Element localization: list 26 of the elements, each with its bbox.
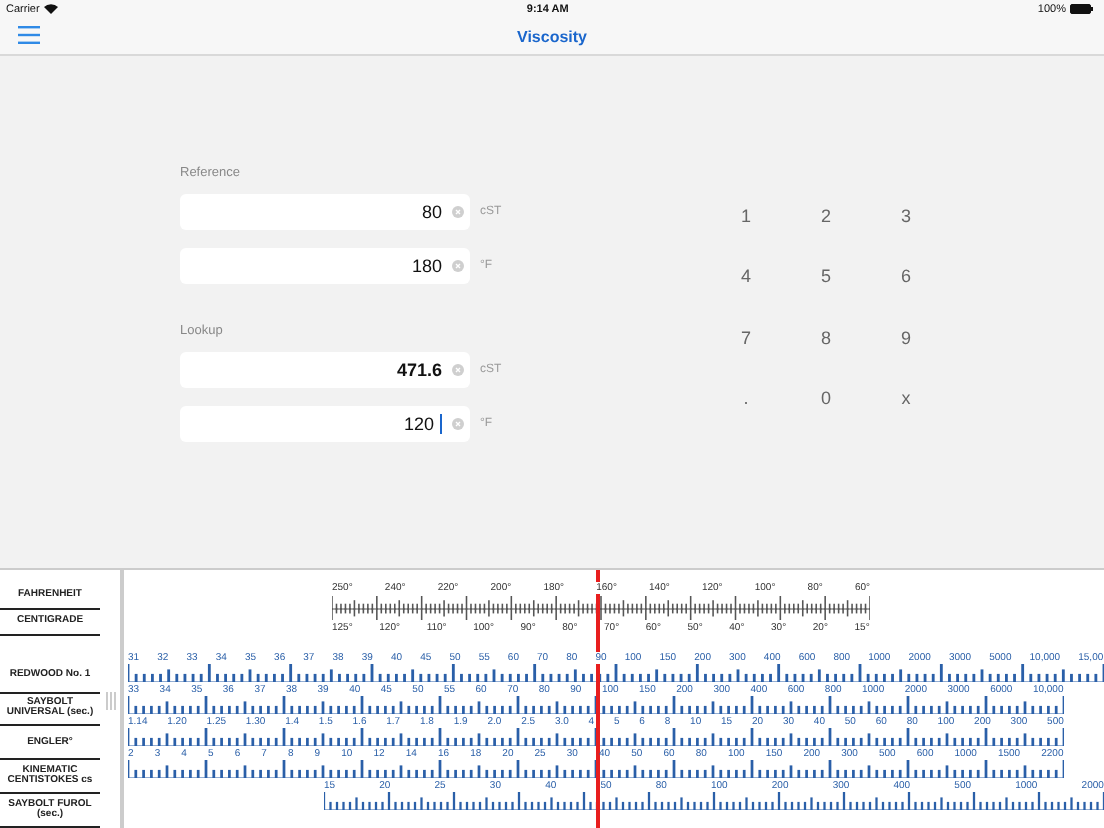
keypad-key[interactable]: . bbox=[731, 381, 761, 414]
keypad-key[interactable]: 4 bbox=[728, 260, 763, 293]
grip-icon[interactable] bbox=[106, 692, 116, 710]
keypad-key[interactable]: 8 bbox=[808, 321, 843, 354]
clear-icon[interactable] bbox=[452, 206, 464, 218]
keypad-key[interactable]: 3 bbox=[888, 200, 923, 232]
input-field[interactable]: 80 bbox=[180, 194, 470, 230]
clear-icon[interactable] bbox=[452, 418, 464, 430]
menu-icon[interactable] bbox=[18, 26, 40, 44]
input-field[interactable]: 471.6 bbox=[180, 352, 470, 388]
keypad-key[interactable]: 6 bbox=[888, 260, 923, 293]
battery-icon bbox=[1070, 4, 1094, 14]
window-title: Viscosity bbox=[517, 27, 587, 45]
keypad-key[interactable]: 9 bbox=[888, 321, 923, 354]
indicator-line[interactable] bbox=[596, 570, 600, 828]
keypad-key[interactable]: 2 bbox=[808, 200, 843, 232]
clear-icon[interactable] bbox=[452, 260, 464, 272]
keypad-key[interactable]: 5 bbox=[808, 260, 843, 293]
keypad-key[interactable]: 0 bbox=[808, 381, 843, 414]
input-field[interactable]: 180 bbox=[180, 248, 470, 284]
keypad-key[interactable]: 7 bbox=[728, 321, 763, 354]
clear-icon[interactable] bbox=[452, 364, 464, 376]
keypad-key[interactable]: x bbox=[889, 381, 923, 414]
input-field[interactable]: 120 bbox=[180, 406, 470, 442]
keypad-key[interactable]: 1 bbox=[728, 200, 763, 232]
wifi-icon bbox=[43, 4, 58, 14]
